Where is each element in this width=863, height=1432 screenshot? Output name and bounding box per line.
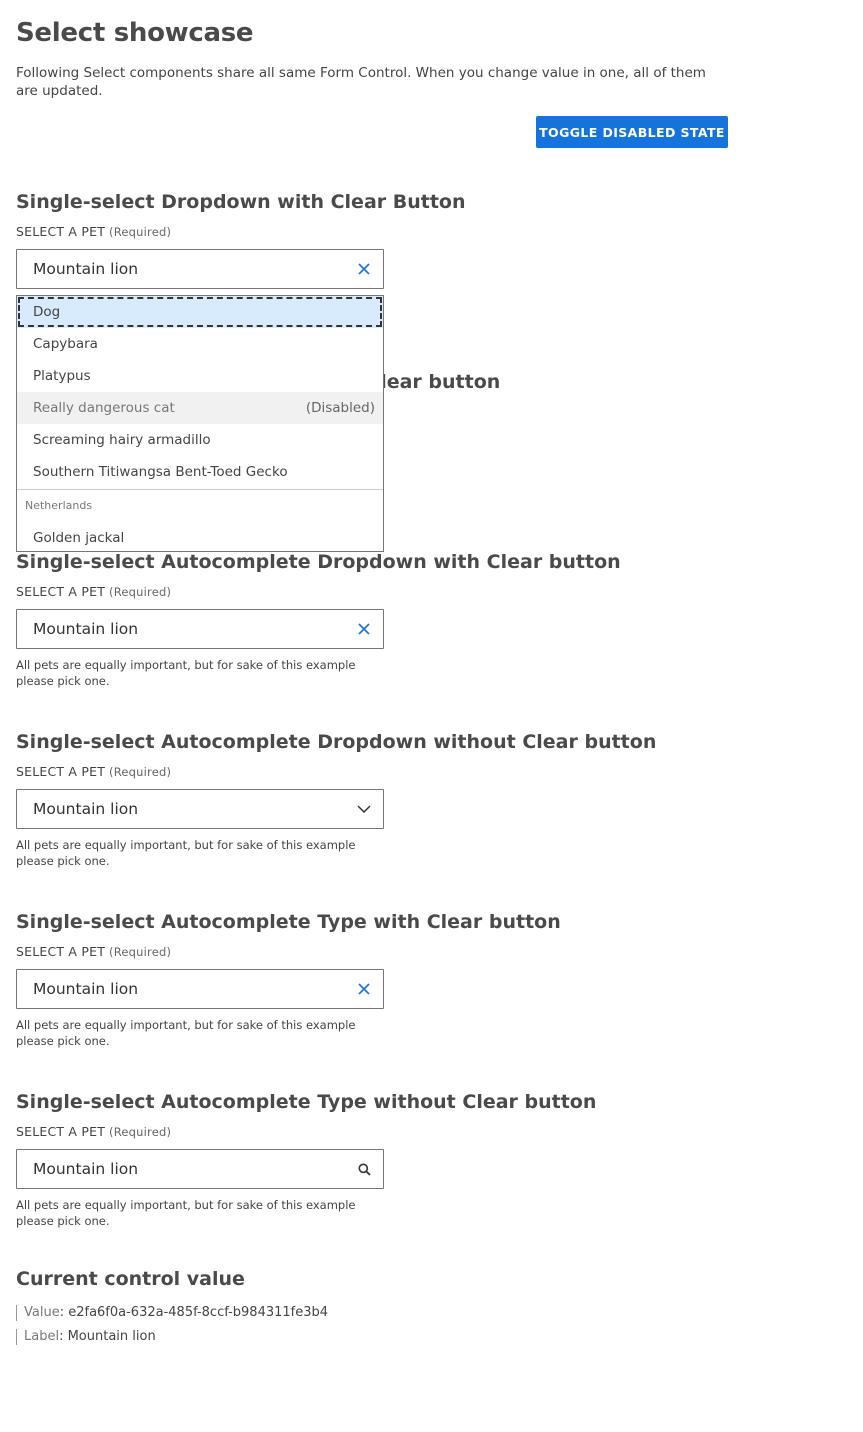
toggle-disabled-button[interactable]: TOGGLE DISABLED STATE — [536, 116, 728, 148]
option-label: Really dangerous cat — [33, 400, 175, 416]
pet-autocomplete-type[interactable]: Mountain lion — [16, 1149, 384, 1189]
intro-text: Following Select components share all sa… — [16, 65, 706, 99]
field-label: SELECT A PET(Required) — [16, 764, 716, 780]
field-label-text: SELECT A PET — [16, 764, 106, 779]
field-hint: All pets are equally important, but for … — [16, 838, 356, 868]
search-icon — [354, 1159, 374, 1179]
select-value: Mountain lion — [33, 800, 139, 818]
option-golden-jackal[interactable]: Golden jackal — [17, 522, 383, 554]
current-value-title: Current control value — [16, 1268, 245, 1290]
field-label-text: SELECT A PET — [16, 584, 106, 599]
option-label: Dog — [33, 304, 61, 320]
section-dropdown-clear: Single-select Dropdown with Clear Button… — [16, 188, 716, 289]
field-label-text: SELECT A PET — [16, 944, 106, 959]
value-text: e2fa6f0a-632a-485f-8ccf-b984311fe3b4 — [68, 1305, 329, 1320]
current-value-row: Value: e2fa6f0a-632a-485f-8ccf-b984311fe… — [16, 1305, 328, 1321]
field-label: SELECT A PET(Required) — [16, 1124, 716, 1140]
option-dog[interactable]: Dog — [17, 296, 383, 328]
section-autocomplete-type-no-clear: Single-select Autocomplete Type without … — [16, 1088, 716, 1229]
section-autocomplete-dropdown-no-clear: Single-select Autocomplete Dropdown with… — [16, 728, 716, 869]
option-label: Screaming hairy armadillo — [33, 432, 211, 448]
section-title: Single-select Autocomplete Dropdown with… — [16, 731, 657, 753]
option-capybara[interactable]: Capybara — [17, 328, 383, 360]
current-label-row: Label: Mountain lion — [16, 1329, 156, 1345]
disabled-tag: (Disabled) — [305, 400, 375, 416]
option-platypus[interactable]: Platypus — [17, 360, 383, 392]
required-marker: (Required) — [109, 945, 172, 959]
value-key: Value — [24, 1305, 60, 1320]
field-hint: All pets are equally important, but for … — [16, 1198, 356, 1228]
required-marker: (Required) — [109, 1125, 172, 1139]
required-marker: (Required) — [109, 225, 172, 239]
chevron-down-icon[interactable] — [354, 799, 374, 819]
close-icon[interactable] — [354, 619, 374, 639]
required-marker: (Required) — [109, 585, 172, 599]
option-screaming-hairy-armadillo[interactable]: Screaming hairy armadillo — [17, 424, 383, 456]
field-label-text: SELECT A PET — [16, 1124, 106, 1139]
label-key: Label — [24, 1329, 60, 1344]
section-autocomplete-dropdown-clear: Single-select Autocomplete Dropdown with… — [16, 548, 716, 689]
option-southern-titiwangsa-gecko[interactable]: Southern Titiwangsa Bent-Toed Gecko — [17, 456, 383, 488]
required-marker: (Required) — [109, 765, 172, 779]
label-text: Mountain lion — [67, 1329, 156, 1344]
pet-autocomplete-type[interactable]: Mountain lion — [16, 969, 384, 1009]
select-value: Mountain lion — [33, 620, 139, 638]
option-label: Capybara — [33, 336, 98, 352]
dropdown-listbox[interactable]: Dog Capybara Platypus Really dangerous c… — [16, 295, 384, 552]
select-value: Mountain lion — [33, 980, 139, 998]
section-autocomplete-type-clear: Single-select Autocomplete Type with Cle… — [16, 908, 716, 1049]
pet-autocomplete[interactable]: Mountain lion — [16, 789, 384, 829]
option-label: Southern Titiwangsa Bent-Toed Gecko — [33, 464, 288, 480]
field-hint: All pets are equally important, but for … — [16, 1018, 356, 1048]
option-group-label: Netherlands — [25, 499, 93, 512]
field-label: SELECT A PET(Required) — [16, 224, 716, 240]
section-title: Single-select Autocomplete Type without … — [16, 1091, 597, 1113]
field-hint: All pets are equally important, but for … — [16, 658, 356, 688]
page-title: Select showcase — [16, 18, 254, 48]
pet-autocomplete[interactable]: Mountain lion — [16, 609, 384, 649]
field-label-text: SELECT A PET — [16, 224, 106, 239]
close-icon[interactable] — [354, 979, 374, 999]
section-title: Single-select Autocomplete Type with Cle… — [16, 911, 561, 933]
pet-select[interactable]: Mountain lion — [16, 249, 384, 289]
select-value: Mountain lion — [33, 260, 139, 278]
section-title: Single-select Dropdown with Clear Button — [16, 191, 466, 213]
close-icon[interactable] — [354, 259, 374, 279]
select-value: Mountain lion — [33, 1160, 139, 1178]
option-label: Platypus — [33, 368, 91, 384]
option-label: Golden jackal — [33, 530, 125, 546]
field-label: SELECT A PET(Required) — [16, 584, 716, 600]
field-label: SELECT A PET(Required) — [16, 944, 716, 960]
option-really-dangerous-cat: Really dangerous cat (Disabled) — [17, 392, 383, 424]
